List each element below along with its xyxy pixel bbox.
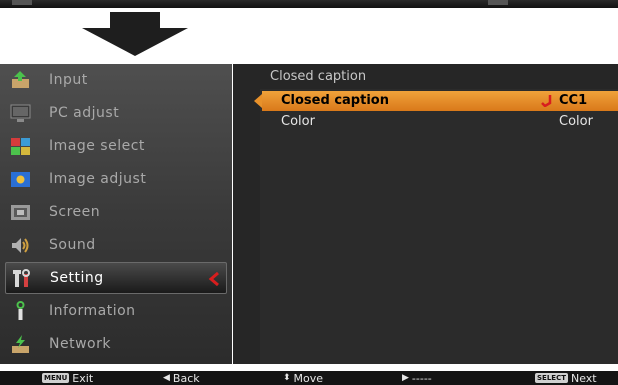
setting-tools-icon: [13, 269, 30, 287]
check-icon: [541, 95, 552, 107]
network-icon: [12, 335, 29, 353]
sidebar-item-image-select[interactable]: Image select: [0, 130, 232, 163]
select-key-icon: SELECT: [535, 373, 568, 383]
option-label: Color: [281, 114, 315, 129]
information-icon: [16, 301, 25, 320]
sidebar-item-label: Sound: [49, 237, 96, 253]
hint-exit: MENU Exit: [42, 371, 93, 385]
sidebar-item-network[interactable]: Network: [0, 328, 232, 361]
hint-back: ◀ Back: [163, 371, 200, 385]
menu-key-icon: MENU: [42, 373, 70, 383]
move-arrows-icon: ⬍: [283, 373, 291, 383]
option-color[interactable]: Color Color: [262, 112, 618, 132]
hint-label: Move: [293, 371, 324, 385]
option-label: Closed caption: [281, 93, 389, 108]
option-value: Color: [559, 114, 593, 129]
hint-label: Back: [172, 371, 200, 385]
sidebar-item-label: Image adjust: [49, 171, 147, 187]
sidebar-item-input[interactable]: Input: [0, 64, 232, 97]
sidebar-item-label: Image select: [49, 138, 145, 154]
input-icon: [12, 71, 29, 88]
top-bar: [0, 0, 618, 8]
sidebar-item-label: Setting: [50, 270, 104, 286]
hint-move: ⬍ Move: [283, 371, 323, 385]
back-arrow-icon: ◀: [163, 373, 170, 383]
hint-label: Next: [570, 371, 597, 385]
option-value: CC1: [559, 93, 588, 108]
sidebar-item-image-adjust[interactable]: Image adjust: [0, 163, 232, 196]
hint-label: -----: [411, 371, 432, 385]
image-select-icon: [11, 138, 30, 155]
down-arrow-icon: [82, 12, 188, 56]
monitor-icon: [10, 104, 31, 122]
panel-title: Closed caption: [270, 69, 367, 84]
speaker-icon: [12, 238, 29, 253]
sidebar-item-screen[interactable]: Screen: [0, 196, 232, 229]
screen-icon: [11, 205, 30, 220]
top-bar-key: [488, 0, 508, 5]
sidebar-item-label: PC adjust: [49, 105, 120, 121]
option-closed-caption[interactable]: Closed caption CC1: [254, 91, 618, 111]
top-bar-key: [12, 0, 32, 5]
sidebar-item-label: Screen: [49, 204, 101, 220]
hint-next-arrow: ▶ -----: [402, 371, 432, 385]
sidebar-item-label: Information: [49, 303, 136, 319]
image-adjust-icon: [11, 172, 30, 187]
selected-row-marker-icon: [254, 94, 262, 108]
selection-pointer-icon: [208, 272, 219, 286]
right-arrow-icon: ▶: [402, 373, 409, 383]
sidebar-item-label: Network: [49, 336, 111, 352]
sidebar-item-pc-adjust[interactable]: PC adjust: [0, 97, 232, 130]
sidebar-item-setting[interactable]: Setting: [5, 262, 227, 294]
hint-label: Exit: [72, 371, 94, 385]
key-hint-bar: MENU Exit ◀ Back ⬍ Move ▶ ----- SELECT N…: [0, 371, 618, 385]
hint-next: SELECT Next: [535, 371, 597, 385]
sidebar-item-sound[interactable]: Sound: [0, 229, 232, 262]
sidebar-item-information[interactable]: Information: [0, 295, 232, 328]
sidebar-item-label: Input: [49, 72, 88, 88]
